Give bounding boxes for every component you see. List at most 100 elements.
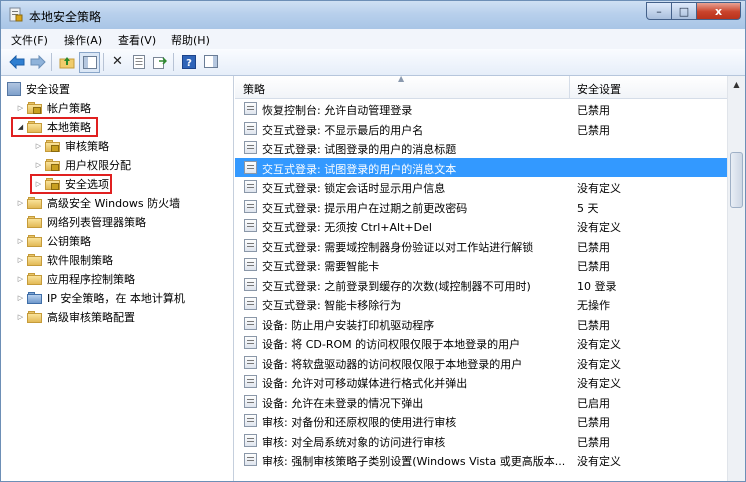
list-header: ▲ 策略 安全设置 bbox=[235, 74, 727, 99]
expand-arrow-icon[interactable]: ▷ bbox=[16, 199, 25, 207]
table-row[interactable]: 交互式登录: 需要智能卡 已禁用 bbox=[235, 255, 727, 274]
menu-file[interactable]: 文件(F) bbox=[11, 32, 48, 48]
menu-view[interactable]: 查看(V) bbox=[118, 32, 156, 48]
help-icon[interactable]: ? bbox=[179, 52, 198, 71]
table-row[interactable]: 交互式登录: 之前登录到缓存的次数(域控制器不可用时) 10 登录 bbox=[235, 275, 727, 294]
policy-setting: 已禁用 bbox=[577, 260, 610, 273]
expand-arrow-icon[interactable]: ▷ bbox=[16, 237, 25, 245]
tree-item-network-list[interactable]: 网络列表管理器策略 bbox=[27, 213, 146, 230]
tree-item-label: 审核策略 bbox=[65, 139, 109, 153]
folder-icon bbox=[27, 310, 43, 323]
policy-icon bbox=[244, 316, 257, 330]
title-bar[interactable]: 本地安全策略 – □ x bbox=[1, 1, 745, 29]
column-header-policy[interactable]: 策略 bbox=[243, 81, 265, 97]
policy-icon bbox=[244, 336, 257, 349]
expand-arrow-icon[interactable]: ▷ bbox=[16, 313, 25, 321]
policy-icon bbox=[244, 277, 257, 291]
policy-name: 交互式登录: 需要智能卡 bbox=[262, 260, 380, 273]
up-folder-icon[interactable] bbox=[57, 52, 76, 71]
tree-root[interactable]: 安全设置 bbox=[7, 80, 70, 97]
toolbar-separator bbox=[51, 53, 52, 71]
forward-arrow-icon[interactable] bbox=[28, 52, 47, 71]
scroll-up-arrow-icon[interactable]: ▲ bbox=[728, 76, 745, 93]
expand-arrow-icon[interactable]: ▷ bbox=[34, 161, 43, 169]
expand-arrow-icon[interactable]: ▷ bbox=[16, 256, 25, 264]
folder-icon bbox=[27, 196, 43, 209]
table-row[interactable]: 设备: 将软盘驱动器的访问权限仅限于本地登录的用户 没有定义 bbox=[235, 353, 727, 372]
table-row[interactable]: 交互式登录: 锁定会话时显示用户信息 没有定义 bbox=[235, 177, 727, 196]
close-button[interactable]: x bbox=[697, 2, 741, 20]
table-row[interactable]: 交互式登录: 试图登录的用户的消息标题 bbox=[235, 138, 727, 157]
column-header-setting[interactable]: 安全设置 bbox=[577, 81, 621, 97]
tree-item-label: 高级安全 Windows 防火墙 bbox=[47, 196, 181, 210]
policy-icon bbox=[244, 102, 257, 115]
expand-arrow-icon[interactable]: ▷ bbox=[16, 275, 25, 283]
tree-item-advanced-firewall[interactable]: ▷ 高级安全 Windows 防火墙 bbox=[16, 194, 180, 211]
window-controls: – □ x bbox=[646, 2, 741, 21]
delete-icon[interactable]: ✕ bbox=[108, 52, 127, 71]
policy-name: 交互式登录: 试图登录的用户的消息文本 bbox=[262, 162, 457, 176]
policy-name: 设备: 防止用户安装打印机驱动程序 bbox=[262, 318, 435, 332]
tree-item-ip-security[interactable]: ▷ IP 安全策略，在 本地计算机 bbox=[16, 289, 185, 306]
table-row[interactable]: 交互式登录: 不显示最后的用户名 已禁用 bbox=[235, 119, 727, 138]
table-row[interactable]: 审核: 强制审核策略子类别设置(Windows Vista 或更高版本... 没有… bbox=[235, 450, 727, 469]
policy-setting: 已禁用 bbox=[577, 104, 610, 117]
tree-item-advanced-audit[interactable]: ▷ 高级审核策略配置 bbox=[16, 308, 135, 325]
menu-action[interactable]: 操作(A) bbox=[64, 32, 102, 48]
expand-arrow-icon[interactable]: ▷ bbox=[16, 104, 25, 112]
export-list-icon[interactable] bbox=[150, 52, 169, 71]
tree-item-public-key[interactable]: ▷ 公钥策略 bbox=[16, 232, 91, 249]
vertical-scrollbar[interactable]: ▲ bbox=[727, 76, 745, 481]
table-row[interactable]: 交互式登录: 提示用户在过期之前更改密码 5 天 bbox=[235, 197, 727, 216]
locked-folder-icon bbox=[45, 139, 61, 152]
tree-item-user-rights[interactable]: ▷ 用户权限分配 bbox=[34, 156, 131, 173]
properties-icon[interactable] bbox=[129, 52, 148, 71]
table-row[interactable]: 审核: 对全局系统对象的访问进行审核 已禁用 bbox=[235, 431, 727, 450]
table-row[interactable]: 设备: 防止用户安装打印机驱动程序 已禁用 bbox=[235, 314, 727, 333]
policy-icon bbox=[244, 238, 257, 252]
table-row[interactable]: 交互式登录: 智能卡移除行为 无操作 bbox=[235, 294, 727, 313]
expand-arrow-icon[interactable]: ▷ bbox=[34, 142, 43, 150]
tree-item-audit-policy[interactable]: ▷ 审核策略 bbox=[34, 137, 109, 154]
policy-icon bbox=[244, 180, 257, 193]
table-row[interactable]: 设备: 允许对可移动媒体进行格式化并弹出 没有定义 bbox=[235, 372, 727, 391]
highlight-box-security-options bbox=[30, 174, 112, 194]
minimize-button[interactable]: – bbox=[646, 2, 672, 20]
tree-item-label: 高级审核策略配置 bbox=[47, 310, 135, 324]
locked-folder-icon bbox=[27, 101, 43, 114]
table-row[interactable]: 审核: 对备份和还原权限的使用进行审核 已禁用 bbox=[235, 411, 727, 430]
policy-name: 审核: 强制审核策略子类别设置(Windows Vista 或更高版本... bbox=[262, 455, 566, 468]
show-hide-pane-icon[interactable] bbox=[201, 52, 220, 71]
table-row[interactable]: 交互式登录: 无须按 Ctrl+Alt+Del 没有定义 bbox=[235, 216, 727, 235]
table-row[interactable]: 设备: 将 CD-ROM 的访问权限仅限于本地登录的用户 没有定义 bbox=[235, 333, 727, 352]
tree-item-software-restriction[interactable]: ▷ 软件限制策略 bbox=[16, 251, 113, 268]
table-row[interactable]: 交互式登录: 需要域控制器身份验证以对工作站进行解锁 已禁用 bbox=[235, 236, 727, 255]
policy-name: 恢复控制台: 允许自动管理登录 bbox=[262, 104, 413, 117]
policy-name: 设备: 将 CD-ROM 的访问权限仅限于本地登录的用户 bbox=[262, 338, 521, 351]
expand-arrow-icon[interactable]: ▷ bbox=[16, 294, 25, 302]
policy-icon bbox=[244, 414, 257, 427]
policy-name: 设备: 允许在未登录的情况下弹出 bbox=[262, 396, 424, 410]
policy-name: 设备: 允许对可移动媒体进行格式化并弹出 bbox=[262, 377, 468, 390]
table-row[interactable]: 设备: 允许在未登录的情况下弹出 已启用 bbox=[235, 392, 727, 411]
table-row[interactable]: 恢复控制台: 允许自动管理登录 已禁用 bbox=[235, 99, 727, 118]
policy-icon bbox=[244, 433, 257, 447]
toolbar-separator bbox=[173, 53, 174, 71]
folder-icon bbox=[27, 272, 43, 285]
tree-item-account-policies[interactable]: ▷ 帐户策略 bbox=[16, 99, 91, 116]
console-tree-icon[interactable] bbox=[79, 52, 100, 73]
policy-name: 交互式登录: 锁定会话时显示用户信息 bbox=[262, 182, 446, 195]
menu-help[interactable]: 帮助(H) bbox=[171, 32, 210, 48]
scrollbar-thumb[interactable] bbox=[730, 152, 743, 208]
menu-bar: 文件(F) 操作(A) 查看(V) 帮助(H) bbox=[1, 29, 745, 49]
policy-name: 交互式登录: 不显示最后的用户名 bbox=[262, 123, 424, 137]
tree-item-app-control[interactable]: ▷ 应用程序控制策略 bbox=[16, 270, 135, 287]
back-arrow-icon[interactable] bbox=[7, 52, 26, 71]
window-title: 本地安全策略 bbox=[29, 10, 102, 24]
table-row[interactable]: 交互式登录: 试图登录的用户的消息文本 bbox=[235, 157, 727, 177]
maximize-button[interactable]: □ bbox=[672, 2, 697, 20]
svg-text:?: ? bbox=[186, 58, 192, 69]
column-divider[interactable] bbox=[569, 76, 570, 98]
policy-setting: 已启用 bbox=[577, 396, 610, 410]
policy-icon bbox=[244, 160, 257, 174]
